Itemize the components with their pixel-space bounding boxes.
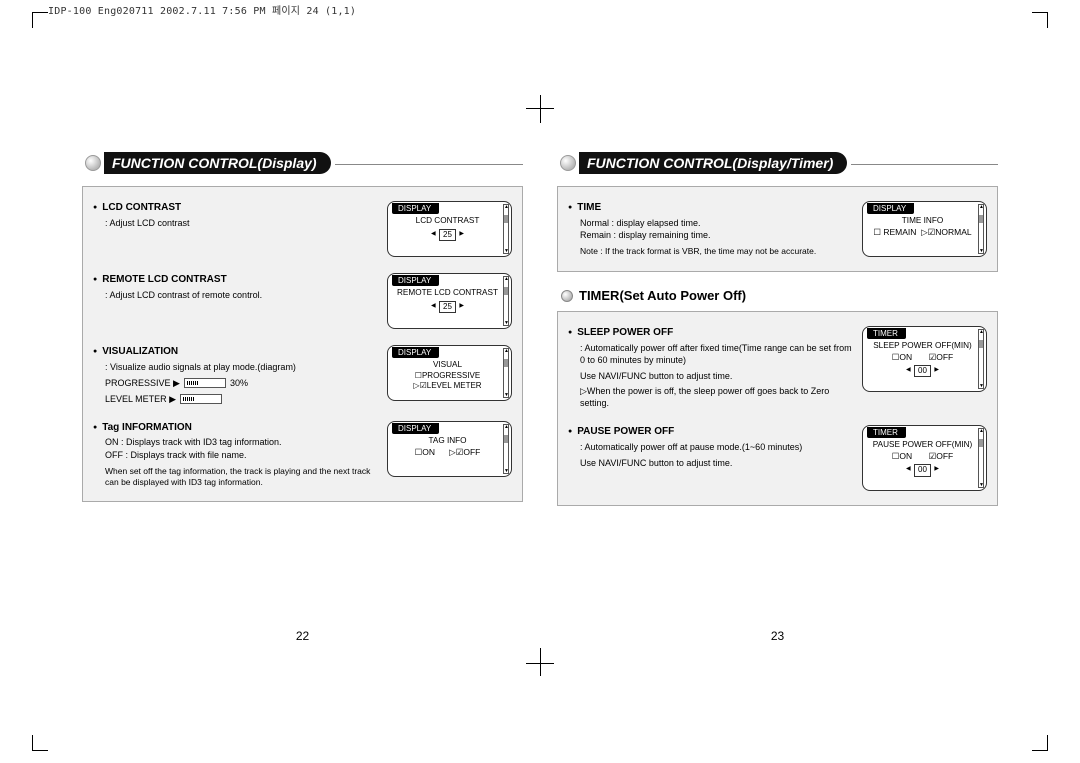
content-box: LCD CONTRAST : Adjust LCD contrast DISPL…: [82, 186, 523, 502]
page-title: FUNCTION CONTROL(Display/Timer): [579, 152, 847, 174]
lcd-value: 00: [914, 464, 931, 476]
section-note: When set off the tag information, the tr…: [105, 466, 377, 489]
section-title: REMOTE LCD CONTRAST: [93, 273, 377, 287]
lcd-tab: DISPLAY: [392, 203, 439, 214]
lcd-value: 25: [439, 301, 456, 313]
page-number: 22: [82, 629, 523, 643]
section-title: PAUSE POWER OFF: [568, 425, 852, 439]
prog-pct: 30%: [230, 377, 248, 389]
page-right: FUNCTION CONTROL(Display/Timer) TIME Nor…: [557, 150, 998, 613]
bullet-icon: [560, 155, 576, 171]
section-desc: : Adjust LCD contrast: [105, 217, 377, 229]
section-sleep-power: SLEEP POWER OFF : Automatically power of…: [568, 322, 987, 419]
lcd-option: ☐PROGRESSIVE: [394, 371, 501, 381]
scrollbar: [503, 276, 509, 326]
section-desc: : Automatically power off after fixed ti…: [580, 342, 852, 366]
section-title: VISUALIZATION: [93, 345, 377, 359]
section-title: TIME: [568, 201, 852, 215]
scrollbar: [503, 348, 509, 398]
content-box: SLEEP POWER OFF : Automatically power of…: [557, 311, 998, 506]
lcd-tab: DISPLAY: [392, 347, 439, 358]
lcd-tab: DISPLAY: [392, 275, 439, 286]
section-title: Tag INFORMATION: [93, 421, 377, 435]
subheading-text: TIMER(Set Auto Power Off): [579, 288, 746, 303]
page-left: FUNCTION CONTROL(Display) LCD CONTRAST :…: [82, 150, 523, 613]
section-note: Note : If the track format is VBR, the t…: [580, 246, 852, 257]
bullet-icon: [85, 155, 101, 171]
lcd-tab: TIMER: [867, 427, 906, 438]
scrollbar: [978, 428, 984, 488]
page-title: FUNCTION CONTROL(Display): [104, 152, 331, 174]
progress-bar: [184, 378, 226, 388]
section-desc: : Automatically power off at pause mode.…: [580, 441, 852, 453]
lcd-line: VISUAL: [394, 360, 501, 371]
reg-mark: [540, 95, 541, 123]
section-title: LCD CONTRAST: [93, 201, 377, 215]
prog-label: PROGRESSIVE ▶: [105, 377, 180, 389]
lcd-onoff: ☐ON ☑OFF: [869, 352, 976, 363]
section-line: Normal : display elapsed time.: [580, 217, 852, 229]
section-desc: : Visualize audio signals at play mode.(…: [105, 361, 377, 373]
section-remote-lcd: REMOTE LCD CONTRAST : Adjust LCD contras…: [93, 267, 512, 339]
lcd-value: 00: [914, 365, 931, 377]
divider: [851, 164, 998, 165]
lcd-line: PAUSE POWER OFF(MIN): [869, 440, 976, 451]
lcd-line: SLEEP POWER OFF(MIN): [869, 341, 976, 352]
scrollbar: [503, 204, 509, 254]
lcd-tab: DISPLAY: [867, 203, 914, 214]
lcd-line: REMOTE LCD CONTRAST: [394, 288, 501, 299]
lcd-tab: DISPLAY: [392, 423, 439, 434]
crop-mark: [1032, 12, 1048, 28]
reg-mark: [540, 648, 541, 676]
scrollbar: [978, 204, 984, 254]
header-meta: IDP-100 Eng020711 2002.7.11 7:56 PM 페이지 …: [48, 7, 356, 17]
section-desc: ON : Displays track with ID3 tag informa…: [105, 436, 377, 460]
lcd-option: ▷☑LEVEL METER: [394, 381, 501, 391]
subheading: TIMER(Set Auto Power Off): [561, 288, 998, 303]
content-box: TIME Normal : display elapsed time. Rema…: [557, 186, 998, 272]
section-visualization: VISUALIZATION : Visualize audio signals …: [93, 339, 512, 415]
bullet-icon: [561, 290, 573, 302]
section-title: SLEEP POWER OFF: [568, 326, 852, 340]
reg-mark: [526, 663, 554, 664]
scrollbar: [978, 329, 984, 389]
level-label: LEVEL METER ▶: [105, 393, 176, 405]
lcd-line: TAG INFO: [394, 436, 501, 447]
lcd-tab: TIMER: [867, 328, 906, 339]
section-time: TIME Normal : display elapsed time. Rema…: [568, 197, 987, 261]
section-use: Use NAVI/FUNC button to adjust time.: [580, 457, 852, 469]
title-bar: FUNCTION CONTROL(Display): [82, 150, 523, 176]
title-bar: FUNCTION CONTROL(Display/Timer): [557, 150, 998, 176]
scrollbar: [503, 424, 509, 474]
section-pause-power: PAUSE POWER OFF : Automatically power of…: [568, 419, 987, 495]
section-use: Use NAVI/FUNC button to adjust time.: [580, 370, 852, 382]
lcd-line: LCD CONTRAST: [394, 216, 501, 227]
page-spread: FUNCTION CONTROL(Display) LCD CONTRAST :…: [82, 150, 998, 613]
level-bar: [180, 394, 222, 404]
crop-mark: [32, 12, 48, 28]
section-use2: ▷When the power is off, the sleep power …: [580, 385, 852, 409]
lcd-value: 25: [439, 229, 456, 241]
lcd-onoff: ☐ON ▷☑OFF: [394, 447, 501, 458]
lcd-line: TIME INFO: [869, 216, 976, 227]
lcd-onoff: ☐ REMAIN ▷☑NORMAL: [869, 227, 976, 238]
section-line: Remain : display remaining time.: [580, 229, 852, 241]
lcd-onoff: ☐ON ☑OFF: [869, 451, 976, 462]
reg-mark: [526, 108, 554, 109]
crop-mark: [32, 735, 48, 751]
page-number: 23: [557, 629, 998, 643]
lcd-preview: DISPLAY LCD CONTRAST 25: [387, 201, 512, 257]
section-tag-info: Tag INFORMATION ON : Displays track with…: [93, 415, 512, 491]
section-lcd-contrast: LCD CONTRAST : Adjust LCD contrast DISPL…: [93, 197, 512, 267]
section-desc: : Adjust LCD contrast of remote control.: [105, 289, 377, 301]
divider: [335, 164, 523, 165]
crop-mark: [1032, 735, 1048, 751]
